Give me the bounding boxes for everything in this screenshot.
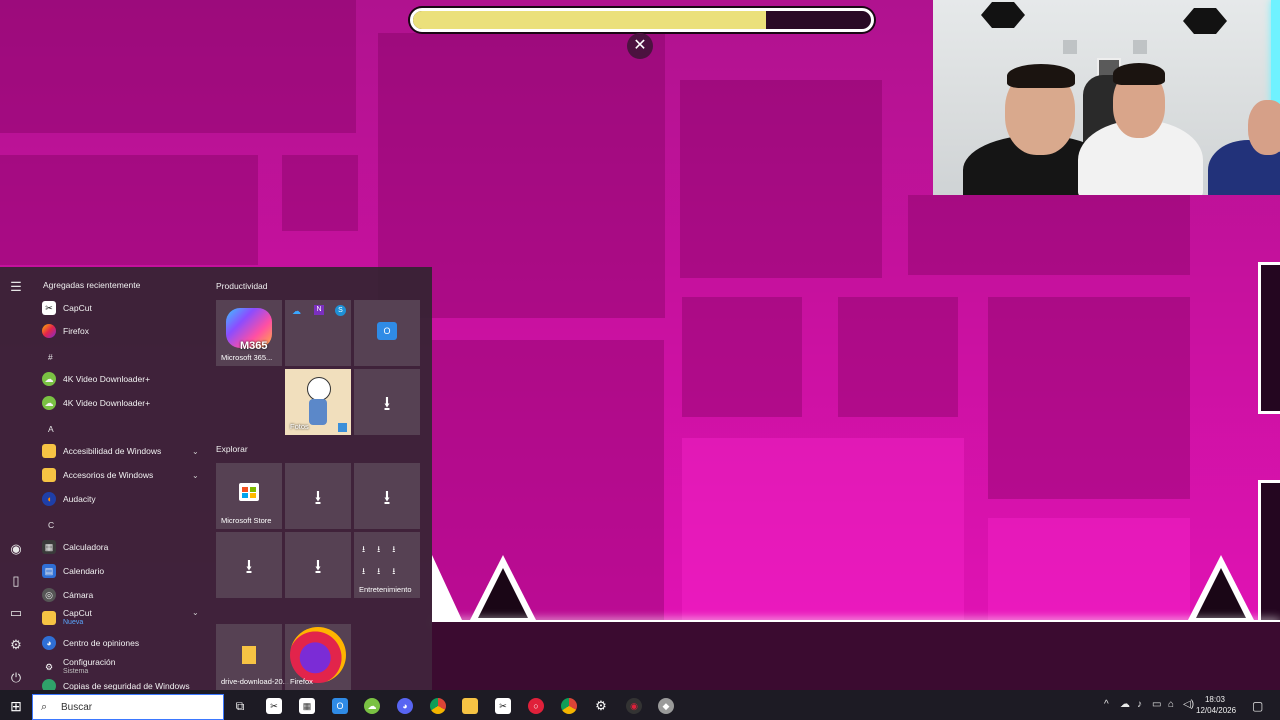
tile-download-1[interactable]: ⭳ [354,369,420,435]
4k-downloader-icon: ☁ [42,396,56,410]
settings-taskbar-icon[interactable]: ⚙ [593,698,609,714]
download-arrow-icon: ⭳ [383,393,391,415]
tile-fotos[interactable]: Fotos [285,369,351,435]
outlook-taskbar-icon[interactable]: O [332,698,348,714]
tile-drive-download[interactable]: drive-download-20... [216,624,289,690]
level-progress-bar [410,8,874,32]
tile-download-4[interactable]: ⭳ [216,532,282,598]
file-explorer-icon[interactable] [462,698,478,714]
app-4k-downloader-2[interactable]: ☁ 4K Video Downloader+ [42,392,207,414]
store-bag-icon [239,483,259,501]
progress-fill [413,11,766,29]
recent-header: Agregadas recientemente [43,280,141,290]
folder-icon [42,468,56,482]
tile-entretenimiento[interactable]: ⭳⭳⭳ ⭳⭳⭳ Entretenimiento [354,532,420,598]
app-audacity[interactable]: ◖ Audacity [42,488,207,510]
gear-icon: ⚙ [44,661,54,672]
pictures-icon[interactable]: ▭ [8,605,24,621]
capcut-taskbar-icon[interactable]: ✂ [266,698,282,714]
settings-gear-icon[interactable]: ⚙ [8,637,24,653]
clock-time: 18:03 [1204,695,1226,704]
tray-chevron-up-icon[interactable]: ^ [1104,699,1109,710]
download-arrow-icon: ⭳ [314,487,322,509]
app-4k-downloader-1[interactable]: ☁ 4K Video Downloader+ [42,368,207,390]
folder-icon [42,444,56,458]
capcut-taskbar-icon-2[interactable]: ✂ [495,698,511,714]
tile-firefox[interactable]: Firefox [285,624,351,690]
calendar-icon: ▤ [42,564,56,578]
notifications-icon[interactable]: ▢ [1252,699,1263,713]
microphone-icon[interactable]: ♪ [1137,699,1142,710]
calculator-icon: ▦ [42,540,56,554]
task-view-icon[interactable]: ⧉ [232,698,248,714]
geometry-dash-taskbar-icon[interactable]: ◆ [658,698,674,714]
chevron-down-icon[interactable]: ⌄ [192,608,199,617]
folder-icon [42,611,56,625]
firefox-icon [42,324,56,338]
webcam-overlay [933,0,1280,195]
letter-header-c[interactable]: C [48,520,54,530]
tile-microsoft-365[interactable]: M365 Microsoft 365... [216,300,282,366]
app-centro-opiniones[interactable]: ◕ Centro de opiniones [42,632,207,654]
download-arrow-icon: ⭳ [383,487,391,509]
app-calendario[interactable]: ▤ Calendario [42,560,207,582]
search-icon: ⌕ [41,700,48,713]
onedrive-icon: ☁ [292,306,301,316]
tile-office-apps[interactable]: ☁ N S [285,300,351,366]
download-arrow-icon: ⭳ [314,556,322,578]
download-arrow-icon: ⭳⭳⭳ ⭳⭳⭳ [362,544,408,576]
onedrive-tray-icon[interactable]: ☁ [1120,699,1130,710]
user-account-icon[interactable]: ◉ [8,541,24,557]
group-explorar[interactable]: Explorar [216,444,248,454]
photo-character-body [309,399,327,425]
start-rail: ☰ ◉ ▯ ▭ ⚙ ⏻ [0,267,32,690]
app-calculadora[interactable]: ▦ Calculadora [42,536,207,558]
onenote-icon: N [314,305,324,315]
skype-icon: S [335,305,346,316]
app-firefox[interactable]: Firefox [42,320,207,342]
tile-download-5[interactable]: ⭳ [285,532,351,598]
group-productividad[interactable]: Productividad [216,281,268,291]
power-icon[interactable]: ⏻ [8,670,24,686]
volume-icon[interactable]: ◁) [1183,699,1194,710]
discord-taskbar-icon[interactable]: ◕ [397,698,413,714]
photo-character-icon [307,377,331,401]
tile-outlook[interactable]: O [354,300,420,366]
taskbar-search[interactable]: ⌕ Buscar [32,694,224,720]
chevron-down-icon[interactable]: ⌄ [192,447,199,456]
app-capcut[interactable]: ✂ CapCut [42,297,207,319]
clock-date: 12/04/2026 [1196,706,1237,715]
app-camara[interactable]: ◎ Cámara [42,584,207,606]
tile-download-2[interactable]: ⭳ [285,463,351,529]
battery-icon[interactable]: ▭ [1152,699,1161,710]
feedback-icon: ◕ [42,636,56,650]
4k-downloader-icon: ☁ [42,372,56,386]
download-arrow-icon: ⭳ [245,556,253,578]
firefox-icon [290,627,346,683]
opera-taskbar-icon[interactable]: ○ [528,698,544,714]
close-icon[interactable]: ✕ [627,33,653,59]
documents-icon[interactable]: ▯ [8,573,24,589]
4k-downloader-taskbar-icon[interactable]: ☁ [364,698,380,714]
hamburger-menu-icon[interactable]: ☰ [8,279,24,295]
chrome-taskbar-icon[interactable] [430,698,446,714]
store-taskbar-icon[interactable]: ▦ [299,698,315,714]
letter-header-a[interactable]: A [48,424,54,434]
photos-app-icon [338,423,347,432]
camera-icon: ◎ [42,588,56,602]
obs-taskbar-icon[interactable]: ◉ [626,698,642,714]
tile-download-3[interactable]: ⭳ [354,463,420,529]
start-menu: ☰ ◉ ▯ ▭ ⚙ ⏻ Agregadas recientemente ✂ Ca… [0,267,432,693]
zip-folder-icon [242,646,256,664]
windows-start-icon[interactable]: ⊞ [8,698,24,714]
chrome-taskbar-icon-2[interactable] [561,698,577,714]
chevron-down-icon[interactable]: ⌄ [192,471,199,480]
network-icon[interactable]: ⌂ [1168,699,1174,710]
taskbar-clock[interactable]: 18:03 12/04/2026 [1196,694,1237,716]
capcut-icon: ✂ [42,301,56,315]
audacity-icon: ◖ [42,492,56,506]
tile-microsoft-store[interactable]: Microsoft Store [216,463,282,529]
outlook-icon: O [377,322,397,340]
letter-header-hash[interactable]: # [48,352,53,362]
